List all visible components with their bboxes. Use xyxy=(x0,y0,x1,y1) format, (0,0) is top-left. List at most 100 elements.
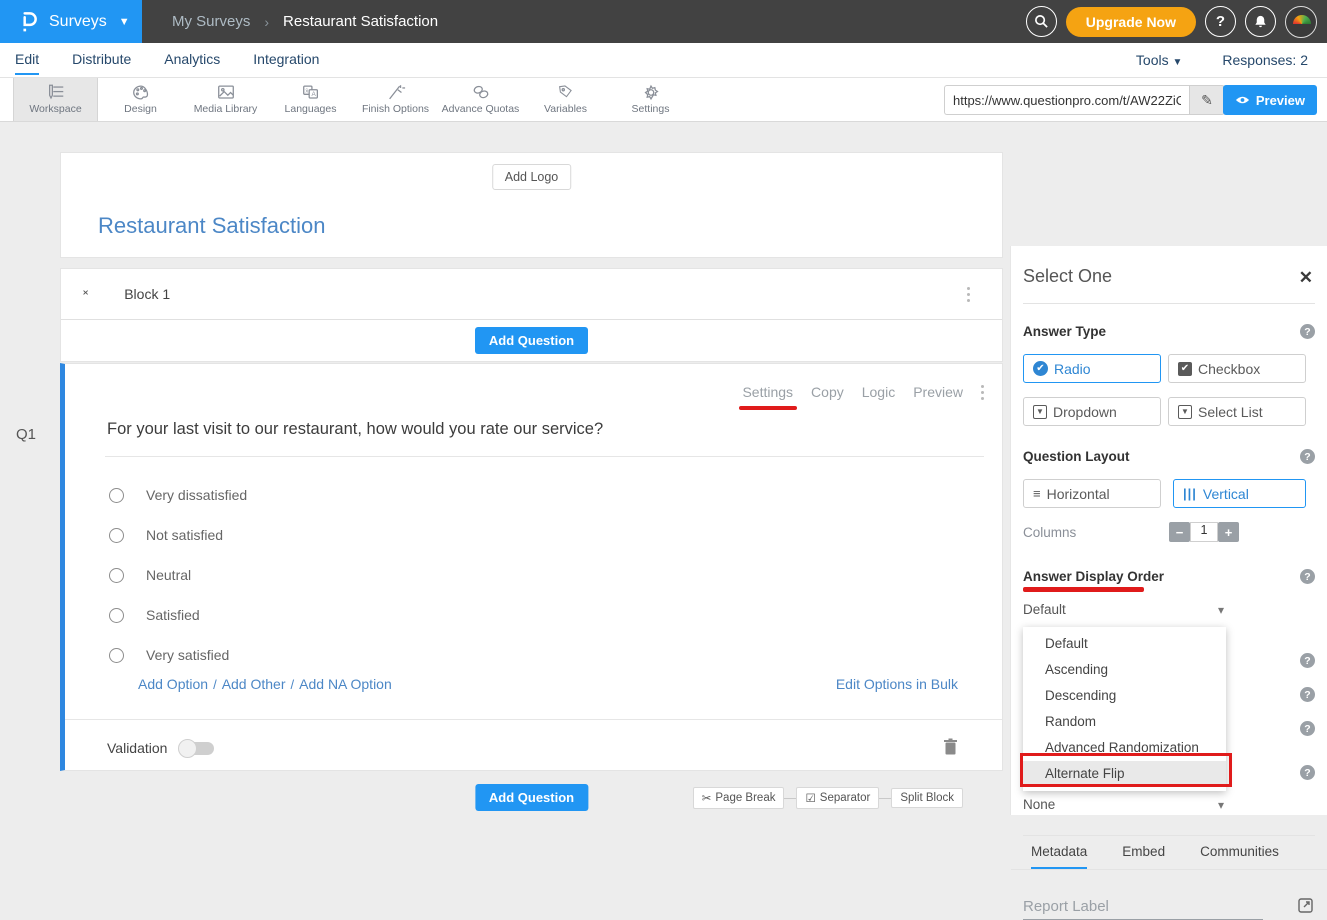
close-panel-icon[interactable]: ✕ xyxy=(1299,268,1313,288)
answer-option-row: Not satisfied xyxy=(109,526,223,544)
answer-display-order-select[interactable]: Default ▾ xyxy=(1023,602,1224,617)
app-brand[interactable]: Surveys ▼ xyxy=(0,0,142,43)
help-icon: ? xyxy=(1216,13,1225,30)
separator-button[interactable]: ☑Separator xyxy=(796,787,879,809)
tab-metadata[interactable]: Metadata xyxy=(1031,844,1087,870)
menu-item-descending[interactable]: Descending xyxy=(1023,683,1226,709)
user-avatar[interactable] xyxy=(1285,6,1317,38)
answer-type-select-list-button[interactable]: ▼Select List xyxy=(1168,397,1306,426)
upgrade-now-button[interactable]: Upgrade Now xyxy=(1066,7,1196,37)
expand-report-label-icon[interactable] xyxy=(1298,898,1313,916)
tab-integration[interactable]: Integration xyxy=(253,45,319,75)
question-text[interactable]: For your last visit to our restaurant, h… xyxy=(107,420,603,439)
toolbar-item-label: Design xyxy=(124,103,157,115)
setting-help-icon[interactable]: ? xyxy=(1300,687,1315,702)
toolbar-item-media-library[interactable]: Media Library xyxy=(183,78,268,121)
layout-vertical-button[interactable]: |||Vertical xyxy=(1173,479,1306,508)
collapse-block-icon[interactable]: ⌄⌃ xyxy=(81,287,90,301)
menu-item-alternate-flip[interactable]: Alternate Flip xyxy=(1023,761,1226,787)
add-question-button-bottom[interactable]: Add Question xyxy=(475,784,588,811)
none-select[interactable]: None ▾ xyxy=(1023,797,1224,812)
tab-analytics[interactable]: Analytics xyxy=(164,45,220,75)
question-tab-copy[interactable]: Copy xyxy=(811,384,844,400)
delete-question-button[interactable] xyxy=(943,738,958,758)
tools-caret-icon: ▼ xyxy=(1172,57,1182,68)
question-tab-logic[interactable]: Logic xyxy=(862,384,895,400)
columns-value[interactable]: 1 xyxy=(1190,522,1218,542)
radio-icon[interactable] xyxy=(109,528,124,543)
answer-type-help-icon[interactable]: ? xyxy=(1300,324,1315,339)
setting-help-icon[interactable]: ? xyxy=(1300,765,1315,780)
tools-menu[interactable]: Tools ▼ xyxy=(1136,52,1182,68)
question-tab-preview[interactable]: Preview xyxy=(913,384,963,400)
toolbar-item-variables[interactable]: Variables xyxy=(523,78,608,121)
layout-horizontal-button[interactable]: ≡Horizontal xyxy=(1023,479,1161,508)
radio-icon[interactable] xyxy=(109,488,124,503)
responses-count[interactable]: Responses: 2 xyxy=(1222,52,1308,68)
toolbar-item-design[interactable]: Design xyxy=(98,78,183,121)
add-logo-button[interactable]: Add Logo xyxy=(492,164,572,190)
radio-icon[interactable] xyxy=(109,608,124,623)
breadcrumb-parent[interactable]: My Surveys xyxy=(172,13,250,30)
edit-url-button[interactable]: ✎ xyxy=(1189,85,1225,115)
setting-help-icon[interactable]: ? xyxy=(1300,653,1315,668)
search-button[interactable] xyxy=(1026,6,1057,37)
block-name[interactable]: Block 1 xyxy=(124,286,170,302)
question-tab-settings[interactable]: Settings xyxy=(742,384,793,400)
answer-type-checkbox-button[interactable]: ✔Checkbox xyxy=(1168,354,1306,383)
question-layout-help-icon[interactable]: ? xyxy=(1300,449,1315,464)
help-button[interactable]: ? xyxy=(1205,6,1236,37)
answer-type-dropdown-button[interactable]: ▼Dropdown xyxy=(1023,397,1161,426)
menu-item-random[interactable]: Random xyxy=(1023,709,1226,735)
columns-decrement-button[interactable]: − xyxy=(1169,522,1190,542)
survey-title[interactable]: Restaurant Satisfaction xyxy=(98,213,325,239)
block-menu-icon[interactable] xyxy=(967,287,982,302)
menu-item-advanced-randomization[interactable]: Advanced Randomization xyxy=(1023,735,1226,761)
divider xyxy=(65,719,1002,720)
tab-communities[interactable]: Communities xyxy=(1200,844,1279,870)
bell-icon xyxy=(1253,14,1268,29)
preview-button[interactable]: Preview xyxy=(1223,85,1317,115)
add-option-link[interactable]: Add Option xyxy=(138,676,208,692)
columns-increment-button[interactable]: + xyxy=(1218,522,1239,542)
notifications-button[interactable] xyxy=(1245,6,1276,37)
page-break-button[interactable]: ✂Page Break xyxy=(693,787,785,809)
add-question-button-top[interactable]: Add Question xyxy=(475,327,588,354)
tab-distribute[interactable]: Distribute xyxy=(72,45,131,75)
answer-option-label[interactable]: Satisfied xyxy=(146,607,200,623)
add-na-option-link[interactable]: Add NA Option xyxy=(299,676,392,692)
answer-display-order-help-icon[interactable]: ? xyxy=(1300,569,1315,584)
block-footer: Add Question ✂Page Break ☑Separator Spli… xyxy=(60,771,1003,815)
menu-item-ascending[interactable]: Ascending xyxy=(1023,657,1226,683)
toolbar-item-settings[interactable]: Settings xyxy=(608,78,693,121)
separator-slash: / xyxy=(291,677,295,692)
toolbar-item-advance-quotas[interactable]: Advance Quotas xyxy=(438,78,523,121)
edit-options-in-bulk-link[interactable]: Edit Options in Bulk xyxy=(836,676,958,692)
answer-option-label[interactable]: Very satisfied xyxy=(146,647,229,663)
radio-icon[interactable] xyxy=(109,568,124,583)
answer-option-label[interactable]: Neutral xyxy=(146,567,191,583)
menu-item-default[interactable]: Default xyxy=(1023,631,1226,657)
add-question-strip: Add Question xyxy=(61,320,1002,361)
question-menu-icon[interactable] xyxy=(981,385,990,400)
answer-option-label[interactable]: Very dissatisfied xyxy=(146,487,247,503)
tab-embed[interactable]: Embed xyxy=(1122,844,1165,870)
trash-icon xyxy=(943,738,958,755)
validation-label: Validation xyxy=(107,740,167,756)
answer-type-label: Answer Type xyxy=(1023,324,1106,339)
report-label-input[interactable] xyxy=(1023,894,1263,920)
split-block-button[interactable]: Split Block xyxy=(891,788,963,808)
radio-icon[interactable] xyxy=(109,648,124,663)
toolbar-item-finish-options[interactable]: Finish Options xyxy=(353,78,438,121)
survey-url-input[interactable] xyxy=(944,85,1189,115)
answer-type-radio-button[interactable]: ✔Radio xyxy=(1023,354,1161,383)
setting-help-icon[interactable]: ? xyxy=(1300,721,1315,736)
tab-edit[interactable]: Edit xyxy=(15,45,39,75)
answer-option-label[interactable]: Not satisfied xyxy=(146,527,223,543)
divider xyxy=(1023,303,1315,304)
add-other-link[interactable]: Add Other xyxy=(222,676,286,692)
validation-toggle[interactable] xyxy=(180,742,214,755)
editor-toolbar: Workspace Design Media Library Ax̄ Langu… xyxy=(0,78,1327,122)
toolbar-item-languages[interactable]: Ax̄ Languages xyxy=(268,78,353,121)
toolbar-item-workspace[interactable]: Workspace xyxy=(13,78,98,121)
